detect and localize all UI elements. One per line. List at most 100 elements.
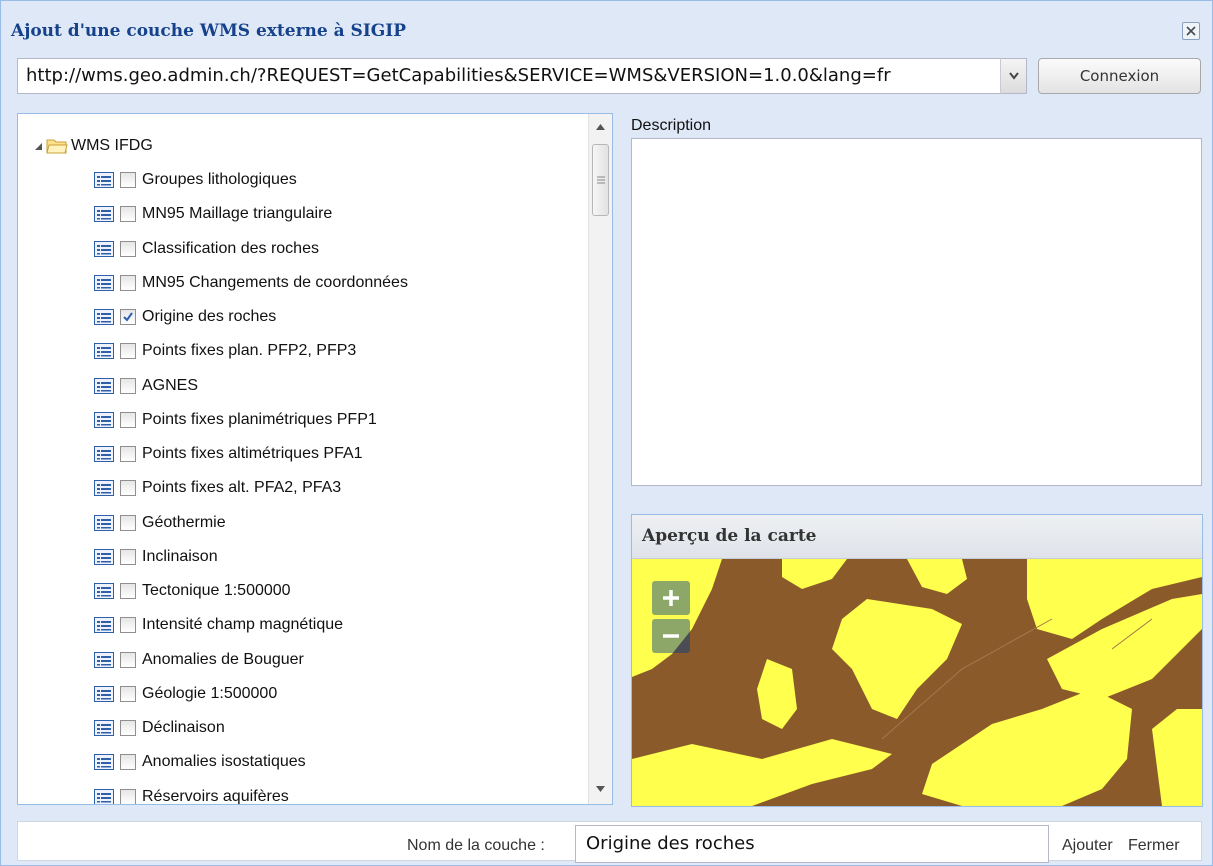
scroll-down-icon[interactable]	[596, 786, 605, 792]
map-canvas[interactable]	[632, 559, 1202, 806]
zoom-in-button[interactable]	[652, 581, 690, 615]
layer-list-icon	[94, 515, 114, 531]
layer-checkbox[interactable]	[120, 275, 136, 291]
layer-checkbox[interactable]	[120, 617, 136, 633]
map-preview-panel: Aperçu de la carte	[631, 514, 1203, 807]
description-label: Description	[631, 117, 712, 134]
tree-item-label: Déclinaison	[142, 719, 225, 736]
tree-item-label: Géologie 1:500000	[142, 685, 278, 702]
layer-list-icon	[94, 789, 114, 804]
layer-list-icon	[94, 720, 114, 736]
folder-icon	[46, 139, 68, 154]
tree-root-node[interactable]: WMS IFDG	[32, 135, 153, 157]
tree-item[interactable]: Points fixes planimétriques PFP1	[94, 409, 377, 431]
layer-checkbox[interactable]	[120, 309, 136, 325]
geology-map	[632, 559, 1202, 806]
tree-scrollbar[interactable]	[588, 114, 612, 804]
layer-list-icon	[94, 378, 114, 394]
layer-name-label: Nom de la couche :	[407, 837, 545, 854]
tree-item[interactable]: Intensité champ magnétique	[94, 614, 343, 636]
tree-item-label: Anomalies de Bouguer	[142, 651, 304, 668]
close-icon[interactable]	[1182, 22, 1200, 40]
tree-item[interactable]: Points fixes altimétriques PFA1	[94, 443, 363, 465]
plus-icon	[663, 590, 679, 606]
tree-item[interactable]: Déclinaison	[94, 717, 225, 739]
tree-item-label: Origine des roches	[142, 308, 277, 325]
tree-item[interactable]: Groupes lithologiques	[94, 169, 297, 191]
layer-checkbox[interactable]	[120, 515, 136, 531]
add-button[interactable]: Ajouter	[1062, 837, 1113, 855]
tree-item[interactable]: MN95 Maillage triangulaire	[94, 203, 332, 225]
zoom-out-button[interactable]	[652, 619, 690, 653]
tree-item-label: AGNES	[142, 377, 199, 394]
layer-list-icon	[94, 446, 114, 462]
tree-item-label: Géothermie	[142, 514, 226, 531]
layer-checkbox[interactable]	[120, 789, 136, 804]
tree-item-label: MN95 Changements de coordonnées	[142, 274, 408, 291]
layer-checkbox[interactable]	[120, 343, 136, 359]
layer-checkbox[interactable]	[120, 583, 136, 599]
layer-list-icon	[94, 549, 114, 565]
layer-checkbox[interactable]	[120, 480, 136, 496]
layer-checkbox[interactable]	[120, 241, 136, 257]
layer-list-icon	[94, 652, 114, 668]
layer-list-icon	[94, 412, 114, 428]
tree-item[interactable]: MN95 Changements de coordonnées	[94, 272, 408, 294]
tree-item[interactable]: Géologie 1:500000	[94, 683, 277, 705]
tree-item-label: Anomalies isostatiques	[142, 753, 306, 770]
tree-item-label: Réservoirs aquifères	[142, 788, 289, 805]
tree-item[interactable]: AGNES	[94, 375, 198, 397]
close-button[interactable]: Fermer	[1128, 837, 1180, 855]
chevron-down-icon[interactable]	[1000, 58, 1027, 94]
layer-checkbox[interactable]	[120, 686, 136, 702]
layer-checkbox[interactable]	[120, 754, 136, 770]
layer-checkbox[interactable]	[120, 549, 136, 565]
layer-checkbox[interactable]	[120, 720, 136, 736]
layer-tree: WMS IFDG Groupes lithologiques MN95 Maill…	[17, 113, 613, 805]
tree-item[interactable]: Géothermie	[94, 512, 226, 534]
tree-item[interactable]: Origine des roches	[94, 306, 276, 328]
tree-item[interactable]: Anomalies de Bouguer	[94, 649, 304, 671]
layer-name-input[interactable]: Origine des roches	[575, 825, 1049, 863]
layer-list-icon	[94, 172, 114, 188]
url-input[interactable]: http://wms.geo.admin.ch/?REQUEST=GetCapa…	[17, 58, 1027, 94]
layer-list-icon	[94, 754, 114, 770]
tree-item[interactable]: Points fixes alt. PFA2, PFA3	[94, 477, 341, 499]
layer-list-icon	[94, 583, 114, 599]
tree-item-label: Groupes lithologiques	[142, 171, 297, 188]
tree-item[interactable]: Points fixes plan. PFP2, PFP3	[94, 340, 356, 362]
map-preview-title: Aperçu de la carte	[642, 526, 817, 546]
tree-item-label: MN95 Maillage triangulaire	[142, 205, 333, 222]
layer-list-icon	[94, 241, 114, 257]
layer-list-icon	[94, 617, 114, 633]
tree-item-label: Points fixes altimétriques PFA1	[142, 445, 363, 462]
tree-item-label: Inclinaison	[142, 548, 218, 565]
tree-item[interactable]: Anomalies isostatiques	[94, 751, 306, 773]
scrollbar-thumb[interactable]	[592, 144, 609, 216]
layer-checkbox[interactable]	[120, 378, 136, 394]
layer-checkbox[interactable]	[120, 652, 136, 668]
layer-list-icon	[94, 343, 114, 359]
layer-list-icon	[94, 275, 114, 291]
layer-list-icon	[94, 686, 114, 702]
tree-item-label: Points fixes alt. PFA2, PFA3	[142, 479, 342, 496]
layer-checkbox[interactable]	[120, 206, 136, 222]
description-box	[631, 138, 1202, 486]
layer-list-icon	[94, 309, 114, 325]
tree-item[interactable]: Inclinaison	[94, 546, 218, 568]
dialog-title: Ajout d'une couche WMS externe à SIGIP	[11, 21, 407, 41]
tree-item-label: Tectonique 1:500000	[142, 582, 291, 599]
tree-item[interactable]: Tectonique 1:500000	[94, 580, 291, 602]
layer-checkbox[interactable]	[120, 446, 136, 462]
minus-icon	[663, 634, 679, 638]
expand-triangle-icon[interactable]	[32, 140, 44, 152]
layer-list-icon	[94, 480, 114, 496]
tree-item[interactable]: Classification des roches	[94, 238, 319, 260]
tree-item[interactable]: Réservoirs aquifères	[94, 786, 289, 805]
tree-item-label: Classification des roches	[142, 240, 319, 257]
layer-checkbox[interactable]	[120, 412, 136, 428]
connect-button[interactable]: Connexion	[1038, 58, 1201, 94]
checkmark-icon	[123, 312, 133, 322]
scroll-up-icon[interactable]	[596, 124, 605, 130]
layer-checkbox[interactable]	[120, 172, 136, 188]
